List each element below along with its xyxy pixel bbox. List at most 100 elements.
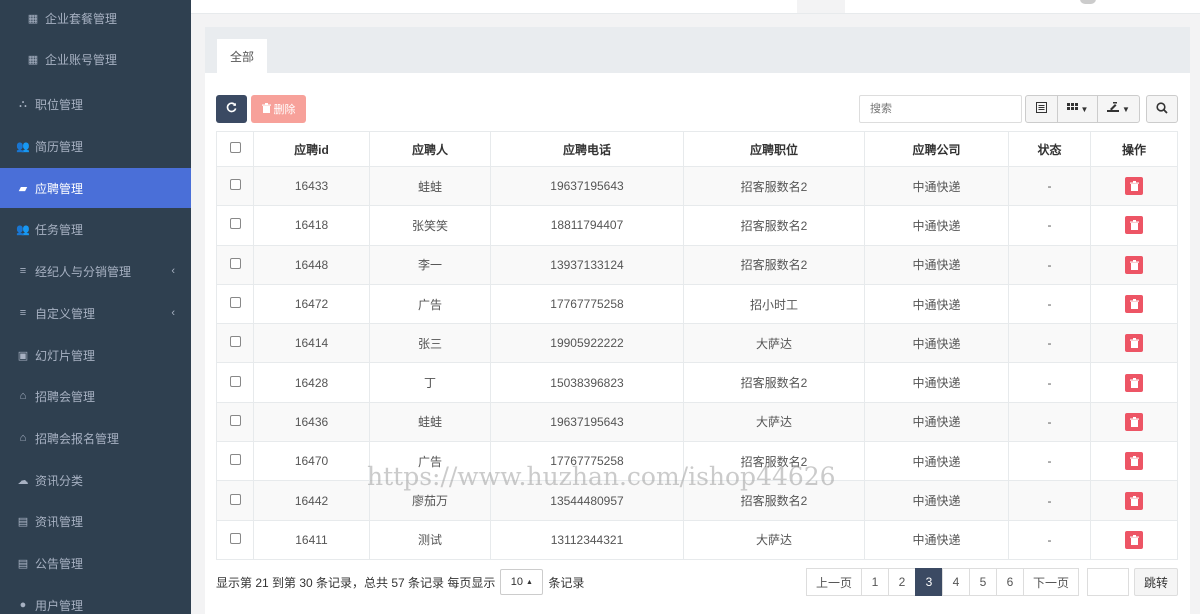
header-applicant[interactable]: 应聘人	[369, 131, 491, 167]
row-checkbox[interactable]	[229, 336, 241, 348]
page-button[interactable]: 1	[861, 568, 889, 596]
row-checkbox[interactable]	[229, 179, 241, 191]
sidebar-item[interactable]: 👥 任务管理	[0, 209, 191, 249]
cell-phone: 13937133124	[490, 244, 684, 285]
tab-bar: 全部	[205, 27, 1190, 73]
sidebar-item[interactable]: ▦ 企业账号管理	[0, 39, 191, 79]
table-row[interactable]: 16411 测试 13112344321 大萨达 中通快递 -	[216, 519, 1178, 560]
users-icon: 👥	[16, 223, 30, 236]
row-delete-button[interactable]	[1125, 255, 1143, 274]
page-button[interactable]: 5	[969, 568, 997, 596]
sidebar-item-label: 公告管理	[35, 556, 84, 571]
row-delete-button[interactable]	[1125, 412, 1143, 431]
header-phone[interactable]: 应聘电话	[490, 131, 684, 167]
row-delete-button[interactable]	[1125, 177, 1143, 196]
row-delete-button[interactable]	[1125, 373, 1143, 392]
cell-status: -	[1008, 244, 1091, 285]
row-checkbox[interactable]	[229, 297, 241, 309]
cell-phone: 17767775258	[490, 283, 684, 325]
row-checkbox[interactable]	[229, 218, 241, 230]
table-row[interactable]: 16414 张三 19905922222 大萨达 中通快递 -	[216, 323, 1178, 364]
sidebar-item[interactable]: ≡ 自定义管理 ‹	[0, 293, 191, 333]
avatar[interactable]	[1080, 0, 1096, 4]
trash-icon	[1129, 534, 1139, 545]
cell-status: -	[1008, 441, 1091, 482]
cell-company: 中通快递	[864, 401, 1009, 443]
sidebar-item[interactable]: ☁ 资讯分类	[0, 460, 191, 500]
row-checkbox[interactable]	[229, 532, 241, 544]
jump-page-input[interactable]	[1087, 568, 1129, 596]
row-delete-button[interactable]	[1125, 295, 1143, 314]
sidebar-item[interactable]: ≡ 经纪人与分销管理 ‹	[0, 251, 191, 291]
row-checkbox[interactable]	[229, 454, 241, 466]
jump-button[interactable]: 跳转	[1134, 568, 1178, 596]
chevron-left-icon: ‹	[171, 307, 175, 319]
search-icon	[1156, 101, 1168, 117]
content-panel: 删除 ▼ ▼ 应聘id 应聘人 应聘电话 应聘职位 应聘	[205, 73, 1190, 614]
page-button[interactable]: 3	[915, 568, 943, 596]
sidebar-item[interactable]: ▤ 资讯管理	[0, 501, 191, 541]
refresh-button[interactable]	[216, 95, 247, 123]
delete-label: 删除	[273, 104, 296, 116]
page-size-select[interactable]: 10 ▲	[500, 569, 544, 595]
row-select-cell	[216, 205, 254, 246]
header-id[interactable]: 应聘id	[253, 131, 370, 167]
row-delete-button[interactable]	[1125, 491, 1143, 510]
header-status[interactable]: 状态	[1008, 131, 1091, 167]
table-row[interactable]: 16448 李一 13937133124 招客服数名2 中通快递 -	[216, 244, 1178, 285]
cell-company: 中通快递	[864, 362, 1009, 403]
columns-button[interactable]: ▼	[1057, 95, 1098, 123]
caret-down-icon: ▼	[1080, 104, 1089, 114]
user-icon: ●	[19, 599, 27, 611]
sidebar-item[interactable]: ⛬ 职位管理	[0, 84, 191, 124]
prev-page-button[interactable]: 上一页	[806, 568, 862, 596]
tab-all[interactable]: 全部	[217, 39, 268, 73]
search-input[interactable]	[859, 95, 1022, 123]
search-button[interactable]	[1146, 95, 1178, 123]
map-icon: ▰	[18, 182, 28, 195]
row-select-cell	[216, 244, 254, 285]
row-delete-button[interactable]	[1125, 334, 1143, 353]
page-button[interactable]: 2	[888, 568, 916, 596]
row-checkbox[interactable]	[229, 257, 241, 269]
sidebar-item[interactable]: ⌂ 招聘会报名管理	[0, 418, 191, 458]
sidebar-item-label: 用户管理	[35, 598, 84, 613]
table-row[interactable]: 16433 蛙蛙 19637195643 招客服数名2 中通快递 -	[216, 165, 1178, 207]
table-row[interactable]: 16418 张笑笑 18811794407 招客服数名2 中通快递 -	[216, 205, 1178, 246]
row-select-cell	[216, 441, 254, 482]
sidebar-item[interactable]: ● 用户管理	[0, 585, 191, 614]
cell-company: 中通快递	[864, 441, 1009, 482]
page-button[interactable]: 6	[996, 568, 1024, 596]
page-button[interactable]: 4	[942, 568, 970, 596]
row-delete-button[interactable]	[1125, 216, 1143, 235]
row-checkbox[interactable]	[229, 375, 241, 387]
export-button[interactable]: ▼	[1097, 95, 1140, 123]
row-checkbox[interactable]	[229, 414, 241, 426]
sidebar-item[interactable]: ▦ 企业套餐管理	[0, 0, 191, 38]
sidebar-item[interactable]: ▰ 应聘管理	[0, 168, 191, 208]
cell-phone: 15038396823	[490, 362, 684, 403]
row-select-cell	[216, 362, 254, 403]
cell-applicant: 测试	[369, 519, 491, 560]
sidebar-item[interactable]: ▣ 幻灯片管理	[0, 335, 191, 375]
table-row[interactable]: 16436 蛙蛙 19637195643 大萨达 中通快递 -	[216, 401, 1178, 443]
table-row[interactable]: 16472 广告 17767775258 招小时工 中通快递 -	[216, 283, 1178, 325]
delete-button[interactable]: 删除	[251, 95, 306, 123]
select-all-checkbox[interactable]	[229, 142, 241, 153]
row-delete-button[interactable]	[1125, 452, 1143, 471]
next-page-button[interactable]: 下一页	[1023, 568, 1079, 596]
cell-company: 中通快递	[864, 165, 1009, 207]
table-row[interactable]: 16428 丁 15038396823 招客服数名2 中通快递 -	[216, 362, 1178, 403]
toggle-view-button[interactable]	[1025, 95, 1058, 123]
sidebar-item-label: 任务管理	[35, 222, 84, 237]
header-position[interactable]: 应聘职位	[683, 131, 865, 167]
sidebar-item[interactable]: ▤ 公告管理	[0, 543, 191, 583]
sidebar-item[interactable]: 👥 简历管理	[0, 126, 191, 166]
sidebar-item[interactable]: ⌂ 招聘会管理	[0, 376, 191, 416]
row-delete-button[interactable]	[1125, 530, 1143, 549]
row-checkbox[interactable]	[229, 493, 241, 505]
news-icon: ▤	[17, 515, 29, 528]
cell-actions	[1090, 480, 1178, 521]
sidebar-item-label: 企业账号管理	[45, 52, 118, 67]
header-company[interactable]: 应聘公司	[864, 131, 1009, 167]
